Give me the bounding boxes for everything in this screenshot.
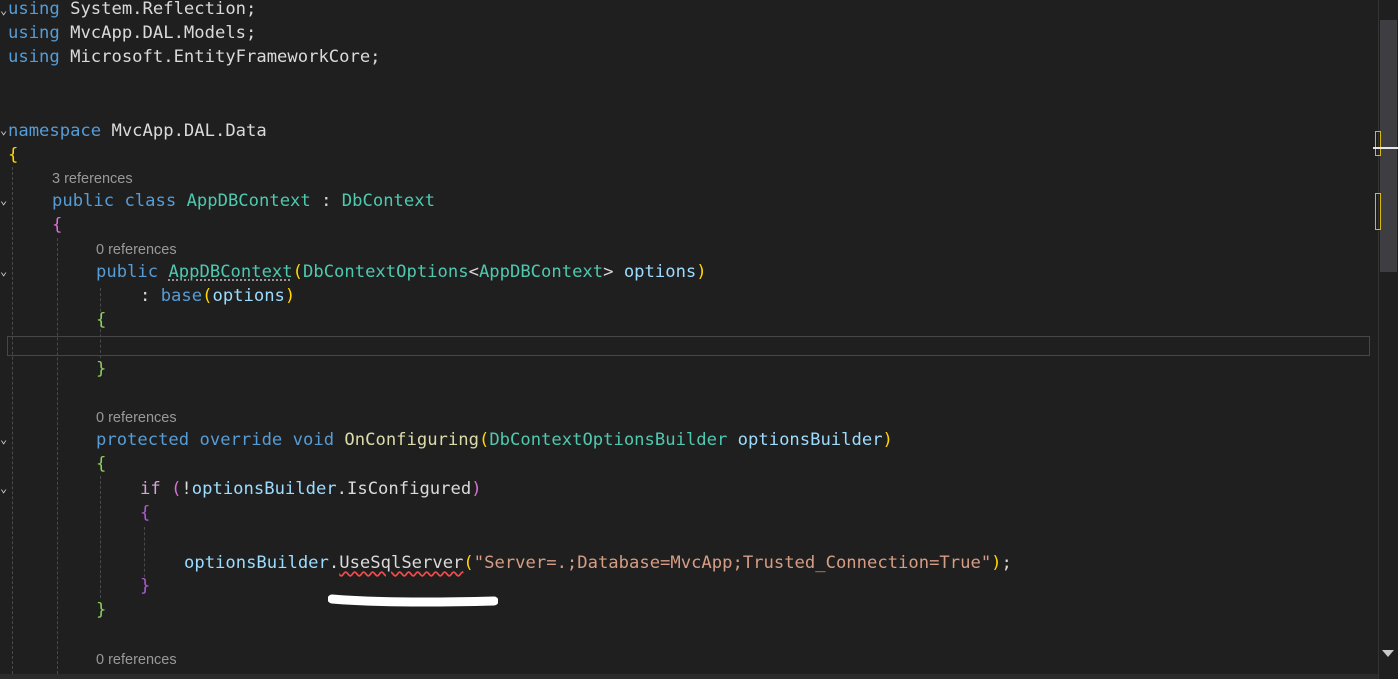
code-text: : [310, 191, 342, 211]
namespace-name: MvcApp.DAL.Data [101, 121, 267, 141]
brace: { [8, 145, 19, 165]
code-line[interactable]: namespace MvcApp.DAL.Data [8, 119, 267, 144]
code-line[interactable]: { [8, 143, 18, 168]
paren: ) [991, 553, 1002, 573]
annotation-scribble [328, 594, 498, 607]
code-line[interactable]: } [96, 598, 106, 623]
indent-guide [144, 527, 145, 577]
scrollbar-marker [1375, 193, 1381, 230]
paren: ( [478, 430, 490, 450]
keyword: public [52, 191, 115, 211]
indent-guide [100, 476, 101, 598]
fold-marker-icon[interactable]: ⌄ [0, 124, 7, 136]
parameter: optionsBuilder [191, 479, 337, 499]
paren: ( [292, 262, 303, 282]
paren: ( [171, 479, 182, 499]
paren: ) [284, 286, 296, 306]
code-line[interactable]: using System.Reflection; [8, 0, 256, 22]
method-call-error: UseSqlServer [339, 553, 464, 573]
brace: } [96, 359, 107, 379]
paren: ) [882, 430, 893, 450]
codelens-references[interactable]: 0 references [96, 650, 177, 670]
brace: { [96, 454, 107, 474]
method-name: OnConfiguring [344, 430, 479, 450]
code-text: System.Reflection; [59, 0, 257, 19]
code-text: . [328, 553, 340, 573]
code-line[interactable]: protected override void OnConfiguring(Db… [96, 428, 893, 453]
scroll-down-arrow-icon[interactable] [1382, 650, 1394, 657]
fold-marker-icon[interactable]: ⌄ [0, 265, 7, 277]
parameter: options [623, 262, 697, 282]
operator: ! [181, 479, 192, 499]
status-strip [0, 674, 1378, 679]
keyword: using [8, 23, 60, 43]
code-line[interactable]: optionsBuilder.UseSqlServer("Server=.;Da… [184, 551, 1012, 576]
paren: ) [696, 262, 707, 282]
code-line[interactable]: public AppDBContext(DbContextOptions<App… [96, 260, 707, 285]
code-text: : [140, 286, 161, 306]
keyword: using [8, 0, 60, 19]
paren: ( [202, 286, 213, 306]
indent-guide [12, 167, 13, 679]
brace: { [140, 503, 151, 523]
code-line[interactable]: if (!optionsBuilder.IsConfigured) [140, 477, 482, 502]
codelens-references[interactable]: 0 references [96, 240, 177, 260]
keyword: override [199, 430, 283, 450]
brace: { [52, 215, 63, 235]
scrollbar-caret-marker [1373, 147, 1398, 149]
code-line[interactable]: } [140, 574, 150, 599]
code-text: Microsoft.EntityFrameworkCore; [59, 47, 381, 67]
keyword: namespace [8, 121, 102, 141]
keyword: class [124, 191, 177, 211]
keyword: base [160, 286, 203, 306]
code-line[interactable]: { [52, 213, 62, 238]
code-line[interactable]: { [96, 452, 106, 477]
type-name: AppDBContext [168, 262, 293, 282]
property-name: IsConfigured [347, 479, 472, 499]
code-text: . [336, 479, 348, 499]
code-editor[interactable]: ⌄ ⌄ ⌄ ⌄ ⌄ ⌄ using System.Reflection; usi… [0, 0, 1378, 679]
keyword: protected [96, 430, 190, 450]
code-line[interactable]: } [96, 357, 106, 382]
code-line[interactable]: { [96, 308, 106, 333]
scrollbar-thumb[interactable] [1380, 20, 1397, 272]
code-text: > [603, 262, 624, 282]
keyword: void [292, 430, 335, 450]
parameter: optionsBuilder [737, 430, 883, 450]
type-name: AppDBContext [186, 191, 311, 211]
code-line[interactable]: public class AppDBContext : DbContext [52, 189, 435, 214]
brace: } [96, 600, 107, 620]
fold-marker-icon[interactable]: ⌄ [0, 433, 7, 445]
parameter: optionsBuilder [184, 553, 329, 573]
code-line[interactable]: using Microsoft.EntityFrameworkCore; [8, 45, 381, 70]
paren: ( [463, 553, 474, 573]
type-name: DbContextOptions [303, 262, 469, 282]
code-text: MvcApp.DAL.Models; [59, 23, 257, 43]
brace: } [140, 576, 151, 596]
code-line[interactable]: using MvcApp.DAL.Models; [8, 21, 256, 46]
keyword: using [8, 47, 60, 67]
fold-marker-icon[interactable]: ⌄ [0, 194, 7, 206]
scrollbar-marker [1375, 131, 1381, 156]
keyword: public [96, 262, 159, 282]
codelens-references[interactable]: 0 references [96, 408, 177, 428]
string-literal: "Server=.;Database=MvcApp;Trusted_Connec… [473, 553, 992, 573]
fold-marker-icon[interactable]: ⌄ [0, 482, 7, 494]
codelens-references[interactable]: 3 references [52, 169, 133, 189]
parameter: options [212, 286, 285, 306]
code-line[interactable]: : base(options) [140, 284, 295, 309]
current-line-highlight [7, 336, 1370, 356]
code-text: < [468, 262, 479, 282]
type-name: AppDBContext [478, 262, 604, 282]
fold-marker-icon[interactable]: ⌄ [0, 4, 7, 16]
keyword: if [140, 479, 161, 499]
paren: ) [471, 479, 482, 499]
type-name: DbContext [341, 191, 435, 211]
indent-guide [57, 238, 58, 679]
brace: { [96, 310, 107, 330]
code-text: ; [1001, 553, 1012, 573]
code-line[interactable]: { [140, 501, 150, 526]
type-name: DbContextOptionsBuilder [489, 430, 728, 450]
